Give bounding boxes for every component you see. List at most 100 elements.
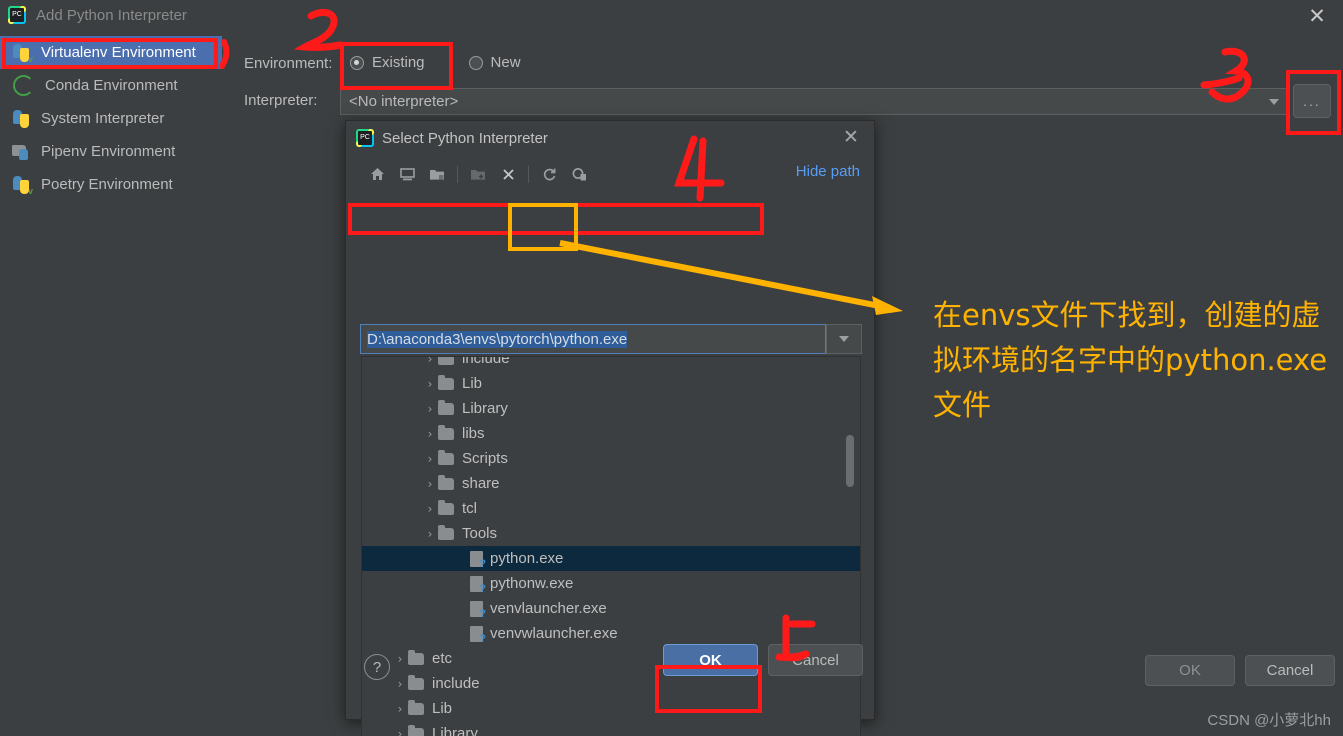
tree-row-label: venvlauncher.exe <box>490 600 607 617</box>
folder-icon <box>408 649 424 665</box>
tree-row[interactable]: › Scripts <box>362 446 860 471</box>
path-row: D:\anaconda3\envs\pytorch\python.exe <box>360 324 862 354</box>
sidebar-item-label: Conda Environment <box>45 77 178 94</box>
folder-icon <box>408 674 424 690</box>
sidebar-item-poetry-environment[interactable]: v Poetry Environment <box>0 168 222 201</box>
interpreter-type-sidebar: v Virtualenv Environment Conda Environme… <box>0 36 222 201</box>
show-hidden-files-icon[interactable] <box>564 161 594 187</box>
chevron-down-icon[interactable] <box>1261 89 1287 114</box>
pycharm-logo-icon <box>356 129 374 147</box>
chevron-right-icon[interactable]: › <box>422 377 438 391</box>
chevron-right-icon[interactable]: › <box>422 477 438 491</box>
folder-python-icon <box>12 142 32 162</box>
environment-radio-group: Existing New <box>350 54 521 71</box>
tree-row-label: etc <box>432 650 453 667</box>
browse-interpreter-button[interactable]: ... <box>1293 84 1331 118</box>
interpreter-combobox[interactable]: <No interpreter> <box>340 88 1288 115</box>
radio-new[interactable]: New <box>468 54 521 71</box>
radio-dot-icon <box>468 55 483 70</box>
cancel-button[interactable]: Cancel <box>1245 655 1335 686</box>
radio-existing-label: Existing <box>372 54 425 71</box>
tree-row[interactable]: › include <box>362 357 860 371</box>
pycharm-logo-icon <box>8 6 26 24</box>
folder-icon <box>438 399 454 415</box>
tree-row[interactable]: venvwlauncher.exe <box>362 621 860 646</box>
sidebar-item-label: Pipenv Environment <box>41 143 176 160</box>
toolbar-separator <box>528 165 529 183</box>
unknown-file-icon <box>470 600 486 620</box>
chevron-right-icon[interactable]: › <box>392 702 408 716</box>
folder-icon <box>438 474 454 490</box>
unknown-file-icon <box>470 550 486 570</box>
environment-label: Environment: <box>244 55 333 72</box>
chevron-right-icon[interactable]: › <box>392 727 408 736</box>
tree-row[interactable]: › share <box>362 471 860 496</box>
tree-row[interactable]: › libs <box>362 421 860 446</box>
sidebar-item-pipenv-environment[interactable]: Pipenv Environment <box>0 135 222 168</box>
home-icon[interactable] <box>362 161 392 187</box>
pycharm-add-interpreter-screen: Add Python Interpreter ✕ v Virtualenv En… <box>0 0 1343 736</box>
python-venv-icon: v <box>12 175 33 195</box>
tree-row[interactable]: › tcl <box>362 496 860 521</box>
folder-icon <box>438 524 454 540</box>
tree-row-label: python.exe <box>490 550 564 567</box>
chevron-right-icon[interactable]: › <box>422 502 438 516</box>
interpreter-label: Interpreter: <box>244 92 318 109</box>
tree-row-label: include <box>432 675 480 692</box>
chevron-right-icon[interactable]: › <box>422 527 438 541</box>
sidebar-item-system-interpreter[interactable]: System Interpreter <box>0 102 222 135</box>
help-button[interactable]: ? <box>364 654 390 680</box>
file-tree[interactable]: › include › Lib › Library › libs › Scripts › share ›… <box>361 356 861 736</box>
tree-row-label: libs <box>462 425 485 442</box>
sidebar-item-label: Poetry Environment <box>41 176 173 193</box>
sidebar-item-virtualenv-environment[interactable]: v Virtualenv Environment <box>0 36 222 69</box>
unknown-file-icon <box>470 575 486 595</box>
close-icon[interactable]: ✕ <box>1305 4 1329 28</box>
window-titlebar: Add Python Interpreter <box>0 0 1343 30</box>
new-folder-icon[interactable] <box>463 161 493 187</box>
tree-scrollbar[interactable] <box>846 435 854 487</box>
folder-icon <box>408 724 424 736</box>
tree-row-label: Lib <box>432 700 453 717</box>
folder-icon <box>438 499 454 515</box>
chevron-right-icon[interactable]: › <box>422 452 438 466</box>
tree-row-label: Library <box>462 400 508 417</box>
tree-row[interactable]: python.exe <box>362 546 860 571</box>
tree-row[interactable]: › Library <box>362 396 860 421</box>
chevron-right-icon[interactable]: › <box>392 652 408 666</box>
interpreter-value: <No interpreter> <box>349 93 459 110</box>
desktop-icon[interactable] <box>392 161 422 187</box>
sidebar-item-conda-environment[interactable]: Conda Environment <box>0 69 222 102</box>
folder-icon <box>438 449 454 465</box>
path-input[interactable]: D:\anaconda3\envs\pytorch\python.exe <box>360 324 826 354</box>
delete-icon[interactable] <box>493 161 523 187</box>
chevron-right-icon[interactable]: › <box>422 357 438 366</box>
dialog-ok-button[interactable]: OK <box>663 644 758 676</box>
refresh-icon[interactable] <box>534 161 564 187</box>
project-folder-icon[interactable] <box>422 161 452 187</box>
radio-new-label: New <box>490 54 521 71</box>
python-venv-icon: v <box>12 43 33 63</box>
tree-row-label: Lib <box>462 375 483 392</box>
tree-row[interactable]: pythonw.exe <box>362 571 860 596</box>
chevron-right-icon[interactable]: › <box>392 677 408 691</box>
chevron-right-icon[interactable]: › <box>422 402 438 416</box>
tree-row[interactable]: › Library <box>362 721 860 736</box>
dialog-cancel-button[interactable]: Cancel <box>768 644 863 676</box>
radio-existing[interactable]: Existing <box>350 54 425 71</box>
tree-row-label: pythonw.exe <box>490 575 574 592</box>
ok-button[interactable]: OK <box>1145 655 1235 686</box>
unknown-file-icon <box>470 625 486 645</box>
close-icon[interactable]: ✕ <box>840 126 862 148</box>
chevron-right-icon[interactable]: › <box>422 427 438 441</box>
python-icon <box>12 109 32 129</box>
tree-row-label: Scripts <box>462 450 508 467</box>
tree-row[interactable]: › Lib <box>362 696 860 721</box>
hide-path-link[interactable]: Hide path <box>796 163 860 180</box>
toolbar-separator <box>457 165 458 183</box>
tree-row[interactable]: venvlauncher.exe <box>362 596 860 621</box>
folder-icon <box>438 357 454 365</box>
path-history-dropdown[interactable] <box>826 324 862 354</box>
tree-row[interactable]: › Tools <box>362 521 860 546</box>
tree-row[interactable]: › Lib <box>362 371 860 396</box>
